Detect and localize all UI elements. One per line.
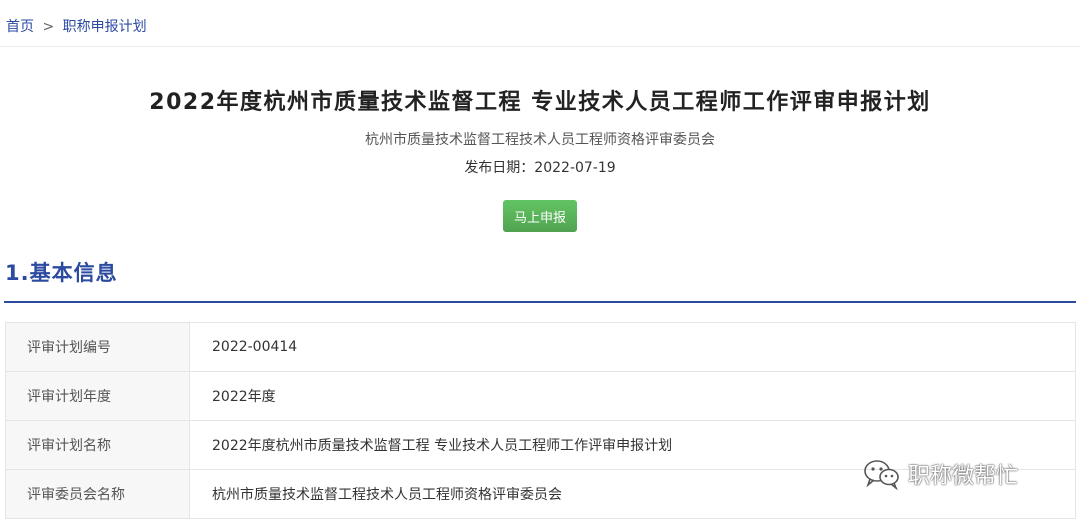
- apply-now-button[interactable]: 马上申报: [503, 200, 577, 232]
- row-value: 2022-00414: [189, 322, 1076, 372]
- watermark: 职称微帮忙: [862, 458, 1018, 490]
- row-label: 评审委员会名称: [5, 469, 190, 519]
- row-label: 评审计划名称: [5, 420, 190, 470]
- watermark-text: 职称微帮忙: [908, 464, 1019, 489]
- wechat-icon: [864, 460, 899, 490]
- table-row: 评审计划年度 2022年度: [5, 371, 1076, 421]
- breadcrumb-current-link[interactable]: 职称申报计划: [63, 19, 147, 35]
- publish-date: 发布日期：2022-07-19: [464, 160, 616, 176]
- page-title: 2022年度杭州市质量技术监督工程 专业技术人员工程师工作评审申报计划: [149, 90, 931, 115]
- breadcrumb: 首页 > 职称申报计划: [6, 17, 147, 37]
- row-label: 评审计划年度: [5, 371, 190, 421]
- section-divider: [4, 301, 1076, 303]
- page: 首页 > 职称申报计划 2022年度杭州市质量技术监督工程 专业技术人员工程师工…: [0, 0, 1080, 523]
- breadcrumb-separator: >: [42, 19, 55, 35]
- committee-name: 杭州市质量技术监督工程技术人员工程师资格评审委员会: [365, 132, 715, 148]
- top-divider: [0, 46, 1080, 47]
- breadcrumb-home-link[interactable]: 首页: [6, 19, 34, 35]
- table-row: 评审计划编号 2022-00414: [5, 322, 1076, 372]
- section-title-basic-info: 1.基本信息: [5, 261, 118, 285]
- row-label: 评审计划编号: [5, 322, 190, 372]
- row-value: 2022年度: [189, 371, 1076, 421]
